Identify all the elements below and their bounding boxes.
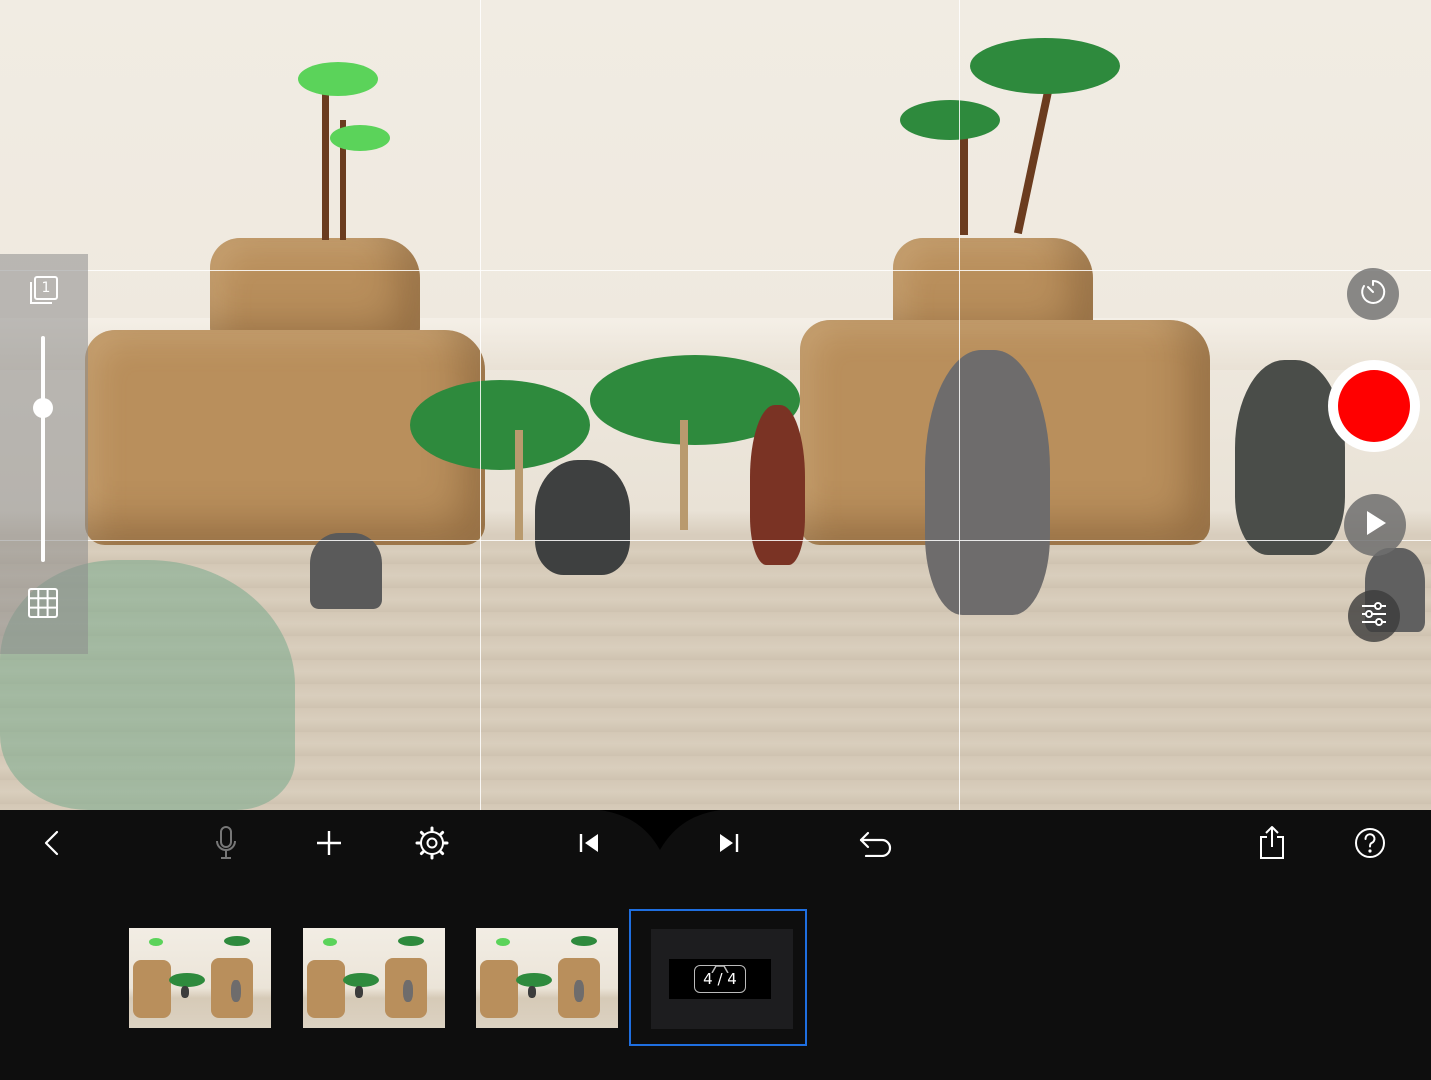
frame-filmstrip: 4 / 4 <box>0 880 1431 1080</box>
frame-thumbnail-2[interactable] <box>303 928 445 1028</box>
thumb-dino <box>355 986 363 998</box>
dino-red-raptor <box>750 405 805 565</box>
onion-skin-button[interactable]: 1 <box>22 270 64 312</box>
thumb-palm <box>169 973 205 987</box>
onion-skin-opacity-slider[interactable] <box>32 336 54 562</box>
share-button[interactable] <box>1247 820 1297 870</box>
thumb-dino <box>231 980 241 1002</box>
dino-triceratops <box>535 460 630 575</box>
frame-thumbnail-1[interactable] <box>129 928 271 1028</box>
thumb-rock <box>480 960 518 1018</box>
thumb-palm <box>516 973 552 987</box>
thumb-palm <box>323 938 337 946</box>
play-button[interactable] <box>1344 494 1406 556</box>
palm-leaves-left-2 <box>330 125 390 151</box>
skip-back-icon <box>577 832 601 859</box>
onion-skin-count: 1 <box>41 280 51 296</box>
record-icon <box>1338 370 1410 442</box>
palm-leaves-right <box>900 100 1000 140</box>
grid-toggle-button[interactable] <box>22 584 64 626</box>
microphone-icon <box>214 825 238 866</box>
grid-line-vertical-2 <box>959 0 960 810</box>
thumb-palm <box>149 938 163 946</box>
grid-line-vertical-1 <box>480 0 481 810</box>
thumb-rock <box>307 960 345 1018</box>
slider-track <box>41 336 45 562</box>
gear-icon <box>415 826 449 865</box>
thumb-dino <box>403 980 413 1002</box>
thumb-palm <box>398 936 424 946</box>
undo-icon <box>858 829 894 862</box>
thumb-palm <box>496 938 510 946</box>
plus-icon <box>315 829 343 862</box>
play-icon <box>1362 509 1388 542</box>
onion-skin-layers-icon: 1 <box>26 274 60 308</box>
thumb-palm <box>571 936 597 946</box>
slider-thumb[interactable] <box>33 398 53 418</box>
thumb-dino <box>181 986 189 998</box>
camera-viewport[interactable] <box>0 0 1431 810</box>
palm-trunk-left <box>322 90 329 240</box>
grid-icon <box>28 587 58 623</box>
grid-line-horizontal-2 <box>0 540 1431 541</box>
thumb-palm <box>224 936 250 946</box>
help-icon <box>1354 827 1386 864</box>
thumb-dino <box>574 980 584 1002</box>
timer-button[interactable] <box>1347 268 1399 320</box>
frame-counter-box: 4 / 4 <box>669 959 771 999</box>
help-button[interactable] <box>1345 820 1395 870</box>
thumb-rock <box>133 960 171 1018</box>
capture-frame-button[interactable] <box>1328 360 1420 452</box>
grid-line-horizontal-1 <box>0 270 1431 271</box>
timer-icon <box>1359 278 1387 311</box>
stone-left <box>310 533 382 609</box>
thumb-palm <box>343 973 379 987</box>
settings-button[interactable] <box>407 820 457 870</box>
playhead-notch <box>600 810 720 850</box>
current-frame-slot[interactable]: 4 / 4 <box>629 909 807 1046</box>
palm-trunk-middle-1 <box>515 430 523 540</box>
palm-trunk-right-2 <box>1013 80 1055 235</box>
palm-leaves-left <box>298 62 378 96</box>
undo-button[interactable] <box>851 820 901 870</box>
palm-trunk-middle-2 <box>680 420 688 530</box>
dino-grey-trex <box>925 350 1050 615</box>
add-button[interactable] <box>304 820 354 870</box>
palm-leaves-middle-1 <box>410 380 590 470</box>
chevron-left-icon <box>42 829 62 862</box>
camera-adjust-button[interactable] <box>1348 590 1400 642</box>
sliders-icon <box>1360 601 1388 632</box>
frame-thumbnail-3[interactable] <box>476 928 618 1028</box>
share-icon <box>1257 825 1287 866</box>
palm-leaves-right-2 <box>970 38 1120 94</box>
left-tool-panel: 1 <box>0 254 88 654</box>
back-button[interactable] <box>27 820 77 870</box>
record-audio-button[interactable] <box>201 820 251 870</box>
thumb-dino <box>528 986 536 998</box>
frame-counter-label: 4 / 4 <box>694 965 746 993</box>
dino-dark-trex <box>1235 360 1345 555</box>
skip-forward-icon <box>717 832 741 859</box>
